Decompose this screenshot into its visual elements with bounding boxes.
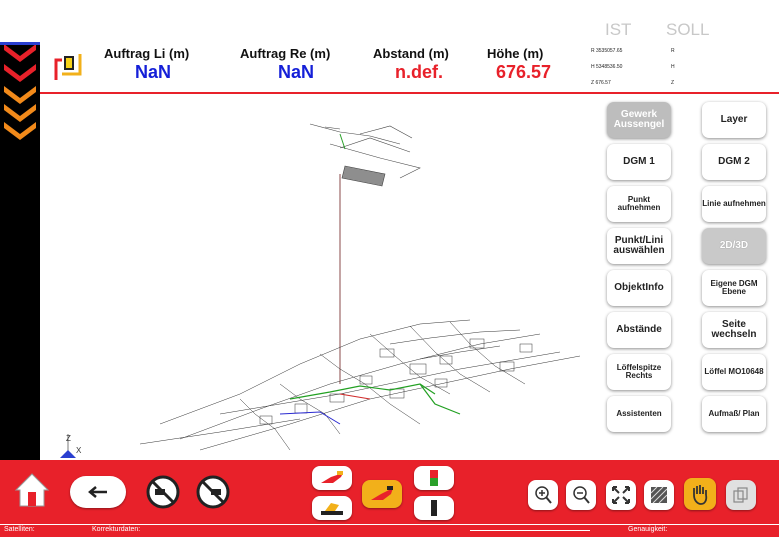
punkt-linie-auswaehlen-label: Punkt/Lini auswählen (613, 235, 665, 256)
abstaende-button[interactable]: Abstände (607, 312, 671, 348)
aufmass-label: Aufmaß/ Plan (708, 409, 760, 418)
punkt-linie-auswaehlen-button[interactable]: Punkt/Lini auswählen (607, 228, 671, 264)
coord-z-ist: Z 676.57 (591, 80, 611, 86)
auftrag-li-value: NaN (135, 62, 172, 82)
no-tool-left-icon[interactable] (146, 475, 180, 509)
zoom-out-button[interactable] (566, 480, 596, 510)
pan-button[interactable] (684, 478, 716, 510)
linie-aufnehmen-button[interactable]: Linie aufnehmen (702, 186, 766, 222)
chevron-down-icon (4, 44, 36, 62)
zoom-in-icon (535, 486, 552, 504)
seite-wechseln-button[interactable]: Seite wechseln (702, 312, 766, 348)
back-button[interactable] (70, 476, 126, 508)
dgm1-button[interactable]: DGM 1 (607, 144, 671, 180)
bucket-view-bottom-button[interactable] (414, 496, 454, 520)
header-bar: Auftrag Li (m) NaN Auftrag Re (m) NaN Ab… (40, 20, 779, 94)
soll-label: SOLL (666, 20, 710, 39)
coord-h-soll: H (671, 64, 675, 70)
no-tool-right-icon[interactable] (196, 475, 230, 509)
ist-label: IST (605, 20, 632, 39)
bucket-view-top-button[interactable] (414, 466, 454, 490)
copy-icon (733, 487, 748, 503)
loeffelspitze-button[interactable]: Löffelspitze Rechts (607, 354, 671, 390)
hoehe-label: Höhe (m) (487, 46, 544, 61)
hoehe-value: 676.57 (496, 62, 552, 82)
axis-z-label: Z (66, 434, 71, 443)
objektinfo-label: ObjektInfo (614, 282, 664, 293)
abstaende-label: Abstände (616, 324, 662, 335)
auftrag-re-value: NaN (278, 62, 315, 82)
excavator-mode-active-button[interactable] (362, 480, 402, 508)
auftrag-re-label: Auftrag Re (m) (240, 46, 331, 61)
bucket-front-icon (431, 500, 437, 516)
chevron-down-icon (4, 104, 36, 122)
bucket-side-icon (430, 470, 438, 486)
chevron-down-icon (4, 64, 36, 82)
layer-label: Layer (720, 114, 748, 125)
abstand-value: n.def. (395, 62, 443, 82)
excavator-mode-top-button[interactable] (312, 466, 352, 490)
hatch-button[interactable] (644, 480, 674, 510)
status-bar: Satelliten: Korrekturdaten: Genauigkeit: (0, 524, 779, 537)
excavator-bucket-icon (371, 486, 393, 500)
auftrag-li-label: Auftrag Li (m) (104, 46, 190, 61)
mode-2d3d-button[interactable]: 2D/3D (702, 228, 766, 264)
excavator-mode-bottom-button[interactable] (312, 496, 352, 520)
dgm1-label: DGM 1 (623, 156, 655, 167)
axis-x-label: X (76, 446, 82, 455)
status-divider (470, 530, 590, 531)
mode-2d3d-label: 2D/3D (719, 240, 749, 251)
loeffel-button[interactable]: Löffel MO10648 (702, 354, 766, 390)
dgm2-button[interactable]: DGM 2 (702, 144, 766, 180)
assistenten-button[interactable]: Assistenten (607, 396, 671, 432)
copy-button[interactable] (726, 480, 756, 510)
arrow-left-icon (88, 486, 107, 498)
excavator-icon (321, 503, 343, 515)
excavator-bucket-icon (321, 471, 343, 483)
left-status-strip (0, 42, 40, 460)
fit-extent-button[interactable] (606, 480, 636, 510)
genauigkeit-label: Genauigkeit: (628, 526, 668, 533)
linie-aufnehmen-label: Linie aufnehmen (702, 199, 766, 208)
punkt-aufnehmen-label: Punkt aufnehmen (617, 195, 661, 212)
eigene-dgm-label: Eigene DGM Ebene (710, 279, 758, 296)
objektinfo-button[interactable]: ObjektInfo (607, 270, 671, 306)
map-view[interactable]: Z X (40, 94, 600, 460)
hatch-pattern-icon (650, 486, 668, 504)
dgm2-label: DGM 2 (718, 156, 750, 167)
coord-r-soll: R (671, 48, 675, 54)
cad-map-drawing (60, 123, 581, 458)
zoom-out-icon (573, 486, 590, 504)
punkt-aufnehmen-button[interactable]: Punkt aufnehmen (607, 186, 671, 222)
coord-r-ist: R 3535057.65 (591, 48, 623, 54)
home-icon[interactable] (14, 472, 50, 508)
aufmass-button[interactable]: Aufmaß/ Plan (702, 396, 766, 432)
coord-h-ist: H 5348536.50 (591, 64, 623, 70)
zoom-in-button[interactable] (528, 480, 558, 510)
chevron-down-icon (4, 86, 36, 104)
hand-icon (693, 485, 708, 505)
loeffel-label: Löffel MO10648 (704, 367, 764, 376)
assistenten-label: Assistenten (616, 409, 662, 418)
top-blue-line (0, 42, 40, 45)
expand-arrows-icon (612, 486, 630, 504)
abstand-label: Abstand (m) (373, 46, 449, 61)
bottom-toolbar (0, 460, 779, 524)
korrekturdaten-label: Korrekturdaten: (92, 526, 141, 533)
app-logo-icon (52, 50, 84, 82)
satelliten-label: Satelliten: (4, 526, 35, 533)
seite-wechseln-label: Seite wechseln (711, 319, 757, 340)
layer-button[interactable]: Layer (702, 102, 766, 138)
chevron-down-icon (4, 122, 36, 140)
eigene-dgm-button[interactable]: Eigene DGM Ebene (702, 270, 766, 306)
gewerk-label: Gewerk Aussengel (613, 109, 665, 130)
coord-z-soll: Z (671, 80, 675, 86)
loeffelspitze-label: Löffelspitze Rechts (616, 363, 662, 380)
gewerk-button[interactable]: Gewerk Aussengel (607, 102, 671, 138)
